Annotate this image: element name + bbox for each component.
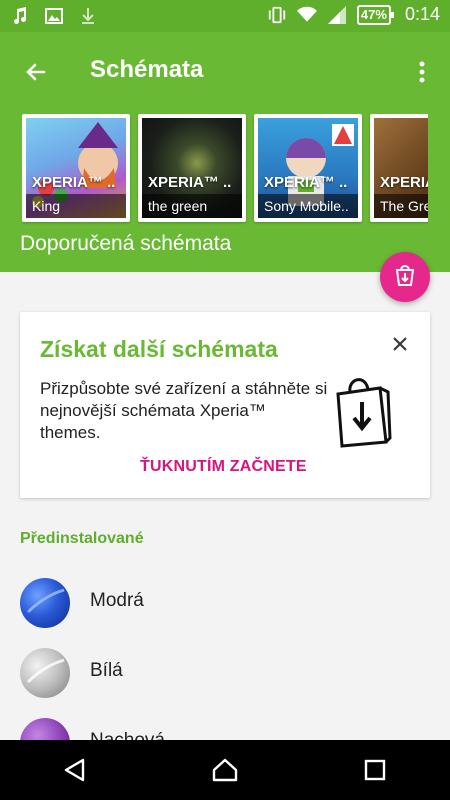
theme-name: XPERIA — [380, 174, 428, 191]
music-icon — [10, 6, 30, 26]
theme-thumbnail-bubble-witch: XPERIA™ .. King — [26, 118, 126, 218]
store-bag-button[interactable] — [380, 252, 430, 302]
theme-card[interactable]: XPERIA The Gre — [370, 114, 428, 222]
wifi-icon — [296, 5, 317, 25]
page-title: Schémata — [90, 56, 204, 83]
recommended-themes-strip[interactable]: XPERIA™ .. King XPERIA™ .. the green XPE… — [22, 114, 428, 226]
more-vert-icon[interactable] — [410, 54, 434, 90]
shopping-bag-download-icon — [332, 372, 392, 448]
status-bar: 47% 0:14 — [0, 0, 450, 32]
back-icon[interactable] — [45, 740, 105, 800]
theme-card[interactable]: XPERIA™ .. the green — [138, 114, 246, 222]
promo-body: Přizpůsobte své zařízení a stáhněte si n… — [40, 379, 328, 442]
image-icon — [44, 6, 64, 26]
list-item[interactable]: Bílá — [0, 638, 450, 708]
get-more-themes-card[interactable]: Získat další schémata Přizpůsobte své za… — [20, 312, 430, 498]
preinstalled-section-label: Předinstalované — [20, 530, 144, 547]
navigation-bar — [0, 740, 450, 800]
theme-thumbnail-brown: XPERIA The Gre — [374, 118, 428, 218]
app-bar: Schémata XPERIA™ .. King XPERIA™ .. the … — [0, 32, 450, 272]
theme-card[interactable]: XPERIA™ .. King — [22, 114, 130, 222]
arrow-left-icon[interactable] — [18, 54, 54, 90]
vibrate-icon — [267, 5, 287, 25]
theme-swatch-icon — [20, 648, 70, 698]
theme-name: XPERIA™ .. — [148, 174, 232, 191]
theme-author: the green — [142, 194, 242, 218]
promo-title: Získat další schémata — [40, 336, 278, 362]
home-icon[interactable] — [195, 740, 255, 800]
recents-icon[interactable] — [345, 740, 405, 800]
list-item[interactable]: Modrá — [0, 568, 450, 638]
store-bag-icon — [394, 263, 416, 292]
recommended-themes-label: Doporučená schémata — [20, 232, 232, 255]
download-icon — [78, 6, 98, 26]
theme-author: King — [26, 194, 126, 218]
theme-name: XPERIA™ .. — [264, 174, 348, 191]
signal-icon — [327, 5, 347, 25]
theme-author: Sony Mobile.. — [258, 194, 358, 218]
battery-indicator: 47% — [356, 4, 394, 25]
theme-thumbnail-toy-story: XPERIA™ .. Sony Mobile.. — [258, 118, 358, 218]
theme-name: XPERIA™ .. — [32, 174, 116, 191]
theme-thumbnail-green-planet: XPERIA™ .. the green — [142, 118, 242, 218]
tap-to-start-button[interactable]: ŤUKNUTÍM ZAČNETE — [140, 458, 307, 476]
close-icon[interactable] — [388, 332, 412, 356]
list-item-label: Modrá — [90, 590, 144, 611]
list-item-label: Bílá — [90, 660, 123, 681]
theme-author: The Gre — [374, 194, 428, 218]
theme-swatch-icon — [20, 578, 70, 628]
theme-card[interactable]: XPERIA™ .. Sony Mobile.. — [254, 114, 362, 222]
clock: 0:14 — [404, 4, 440, 24]
